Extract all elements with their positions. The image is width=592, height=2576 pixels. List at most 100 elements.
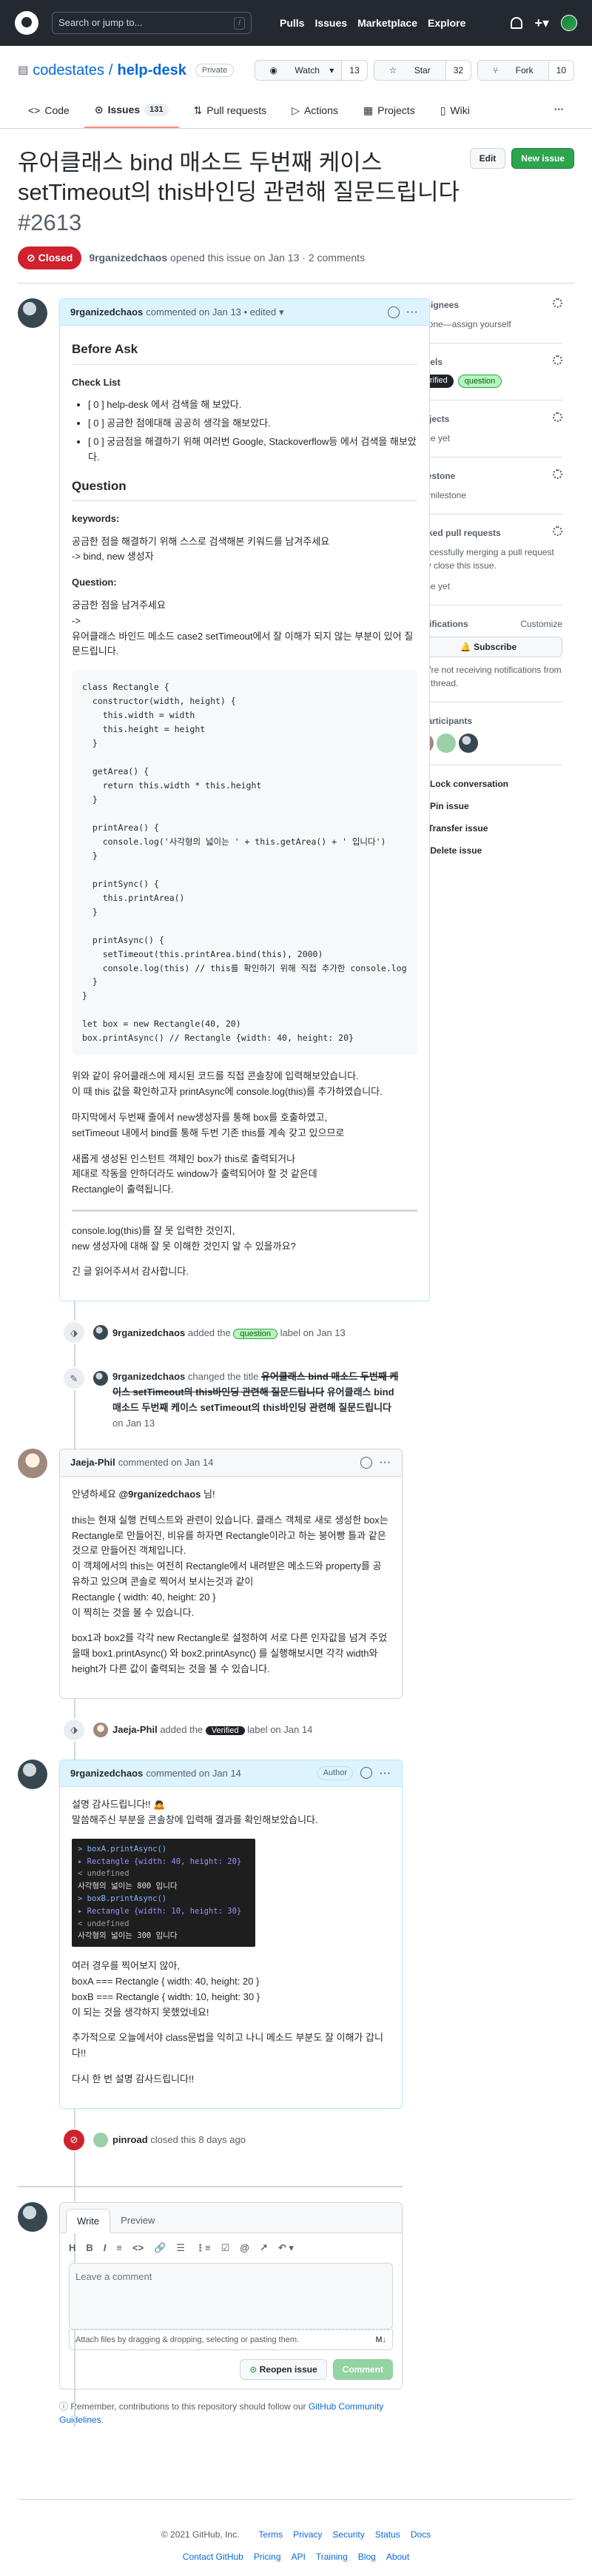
- heading-icon[interactable]: H: [69, 2241, 75, 2255]
- watch-count[interactable]: 13: [341, 61, 367, 80]
- label-question[interactable]: question: [233, 1328, 278, 1339]
- code-icon[interactable]: <>: [132, 2241, 144, 2255]
- tab-wiki[interactable]: ▯ Wiki: [430, 96, 480, 128]
- paragraph: 위와 같이 유어클래스에 제시된 코드를 직접 콘솔창에 입력해보았습니다. 이 …: [72, 1070, 383, 1098]
- footer-link-status[interactable]: Status: [375, 2528, 400, 2541]
- gear-icon[interactable]: [553, 526, 562, 537]
- subscribe-button[interactable]: 🔔 Subscribe: [414, 637, 562, 658]
- search-input[interactable]: Search or jump to... /: [52, 12, 252, 34]
- reopen-issue-button[interactable]: ⊙ Reopen issue: [240, 2359, 327, 2381]
- tab-pull-requests[interactable]: ⇅ Pull requests: [184, 96, 278, 128]
- nav-link-pulls[interactable]: Pulls: [280, 16, 304, 31]
- add-reaction-icon[interactable]: [360, 1767, 372, 1780]
- transfer-issue-link[interactable]: →Transfer issue: [414, 822, 562, 835]
- footer-link-pricing[interactable]: Pricing: [254, 2550, 281, 2563]
- quote-icon[interactable]: ≡: [116, 2241, 122, 2255]
- event-author-link[interactable]: pinroad: [112, 2134, 148, 2145]
- lock-conversation-link[interactable]: 🔒Lock conversation: [414, 777, 562, 791]
- tab-actions[interactable]: ▷ Actions: [281, 96, 349, 128]
- fork-button[interactable]: ⑂ Fork 10: [477, 60, 574, 81]
- tab-code[interactable]: <> Code: [18, 96, 80, 128]
- comment-author-link[interactable]: 9rganizedchaos: [70, 305, 143, 320]
- create-new-plus-icon[interactable]: +▾: [534, 13, 549, 33]
- star-count[interactable]: 32: [445, 61, 471, 80]
- user-mention-link[interactable]: @9rganizedchaos: [118, 1489, 201, 1500]
- comment-author-link[interactable]: Jaeja-Phil: [70, 1455, 115, 1470]
- issue-author-link[interactable]: 9rganizedchaos: [89, 252, 167, 264]
- nav-link-explore[interactable]: Explore: [428, 16, 465, 31]
- event-author-link[interactable]: 9rganizedchaos: [112, 1327, 185, 1338]
- repo-owner-link[interactable]: codestates: [33, 59, 104, 81]
- tab-issues[interactable]: ⊙ Issues 131: [84, 96, 179, 128]
- label-verified[interactable]: Verified: [205, 1725, 245, 1735]
- avatar[interactable]: [18, 1449, 47, 1479]
- numbered-list-icon[interactable]: ⋮≡: [195, 2241, 211, 2255]
- avatar[interactable]: [93, 2132, 108, 2147]
- saved-replies-icon[interactable]: ↶ ▾: [278, 2241, 294, 2255]
- star-button[interactable]: ☆ Star 32: [373, 60, 472, 81]
- tab-preview[interactable]: Preview: [110, 2209, 165, 2233]
- gear-icon[interactable]: [553, 412, 562, 423]
- tabs-more-button[interactable]: ···: [544, 96, 574, 128]
- tab-write[interactable]: Write: [66, 2208, 111, 2234]
- avatar[interactable]: [18, 2201, 47, 2232]
- label-question[interactable]: question: [457, 374, 502, 389]
- watch-button[interactable]: ◉ Watch ▾ 13: [254, 60, 368, 81]
- global-header: Search or jump to... / Pulls Issues Mark…: [0, 0, 592, 46]
- footer-link-training[interactable]: Training: [316, 2550, 348, 2563]
- footer-link-api[interactable]: API: [292, 2550, 306, 2563]
- comment-box: 9rganizedchaos commented on Jan 14 Autho…: [59, 1759, 403, 2109]
- new-issue-button[interactable]: New issue: [511, 148, 574, 169]
- comment-options-icon[interactable]: ···: [380, 1455, 391, 1470]
- bullet-list-icon[interactable]: ☰: [176, 2241, 185, 2255]
- pin-issue-link[interactable]: 📌Pin issue: [414, 799, 562, 813]
- avatar[interactable]: [93, 1325, 108, 1341]
- avatar[interactable]: [93, 1371, 108, 1386]
- avatar[interactable]: [437, 734, 456, 754]
- delete-issue-link[interactable]: 🗑Delete issue: [414, 844, 562, 857]
- edited-dropdown-caret[interactable]: ▾: [279, 305, 284, 320]
- italic-icon[interactable]: I: [104, 2241, 107, 2255]
- gear-icon[interactable]: [553, 469, 562, 480]
- gear-icon[interactable]: [553, 355, 562, 365]
- attach-files-area[interactable]: Attach files by dragging & dropping, sel…: [69, 2329, 393, 2351]
- add-reaction-icon[interactable]: [360, 1457, 372, 1469]
- notification-bell-icon[interactable]: [511, 17, 523, 29]
- assignees-text[interactable]: No one—assign yourself: [414, 318, 562, 331]
- event-author-link[interactable]: 9rganizedchaos: [112, 1371, 185, 1382]
- edit-title-button[interactable]: Edit: [469, 148, 506, 169]
- avatar[interactable]: [93, 1722, 108, 1737]
- fork-count[interactable]: 10: [548, 61, 574, 80]
- gear-icon[interactable]: [553, 298, 562, 308]
- user-avatar-menu[interactable]: [561, 15, 577, 31]
- task-list-icon[interactable]: ☑: [221, 2241, 230, 2255]
- nav-link-marketplace[interactable]: Marketplace: [357, 16, 417, 31]
- nav-link-issues[interactable]: Issues: [314, 16, 347, 31]
- tab-projects[interactable]: ▦ Projects: [353, 96, 426, 128]
- avatar[interactable]: [18, 298, 47, 328]
- footer-link-security[interactable]: Security: [332, 2528, 364, 2541]
- comment-options-icon[interactable]: ···: [407, 305, 419, 320]
- footer-link-terms[interactable]: Terms: [258, 2528, 283, 2541]
- repo-name-link[interactable]: help-desk: [117, 59, 186, 81]
- bold-icon[interactable]: B: [86, 2241, 92, 2255]
- footer-link-docs[interactable]: Docs: [411, 2528, 431, 2541]
- event-author-link[interactable]: Jaeja-Phil: [112, 1724, 158, 1735]
- mention-icon[interactable]: @: [240, 2241, 249, 2255]
- footer-link-blog[interactable]: Blog: [358, 2550, 376, 2563]
- footer-link-about[interactable]: About: [386, 2550, 409, 2563]
- footer-link-contact[interactable]: Contact GitHub: [183, 2550, 243, 2563]
- link-icon[interactable]: 🔗: [154, 2241, 166, 2255]
- avatar[interactable]: [459, 734, 478, 754]
- comment-textarea[interactable]: Leave a comment: [69, 2262, 393, 2330]
- comment-author-link[interactable]: 9rganizedchaos: [70, 1766, 143, 1781]
- add-reaction-icon[interactable]: [387, 306, 400, 318]
- customize-link[interactable]: Customize: [520, 617, 562, 631]
- avatar[interactable]: [18, 1759, 47, 1789]
- reference-icon[interactable]: ↗: [260, 2241, 268, 2255]
- github-logo-icon[interactable]: [15, 11, 38, 35]
- comment-options-icon[interactable]: ···: [380, 1766, 391, 1781]
- closed-icon: ⊘: [62, 2127, 86, 2152]
- footer-link-privacy[interactable]: Privacy: [293, 2528, 322, 2541]
- comment-button[interactable]: Comment: [332, 2359, 393, 2381]
